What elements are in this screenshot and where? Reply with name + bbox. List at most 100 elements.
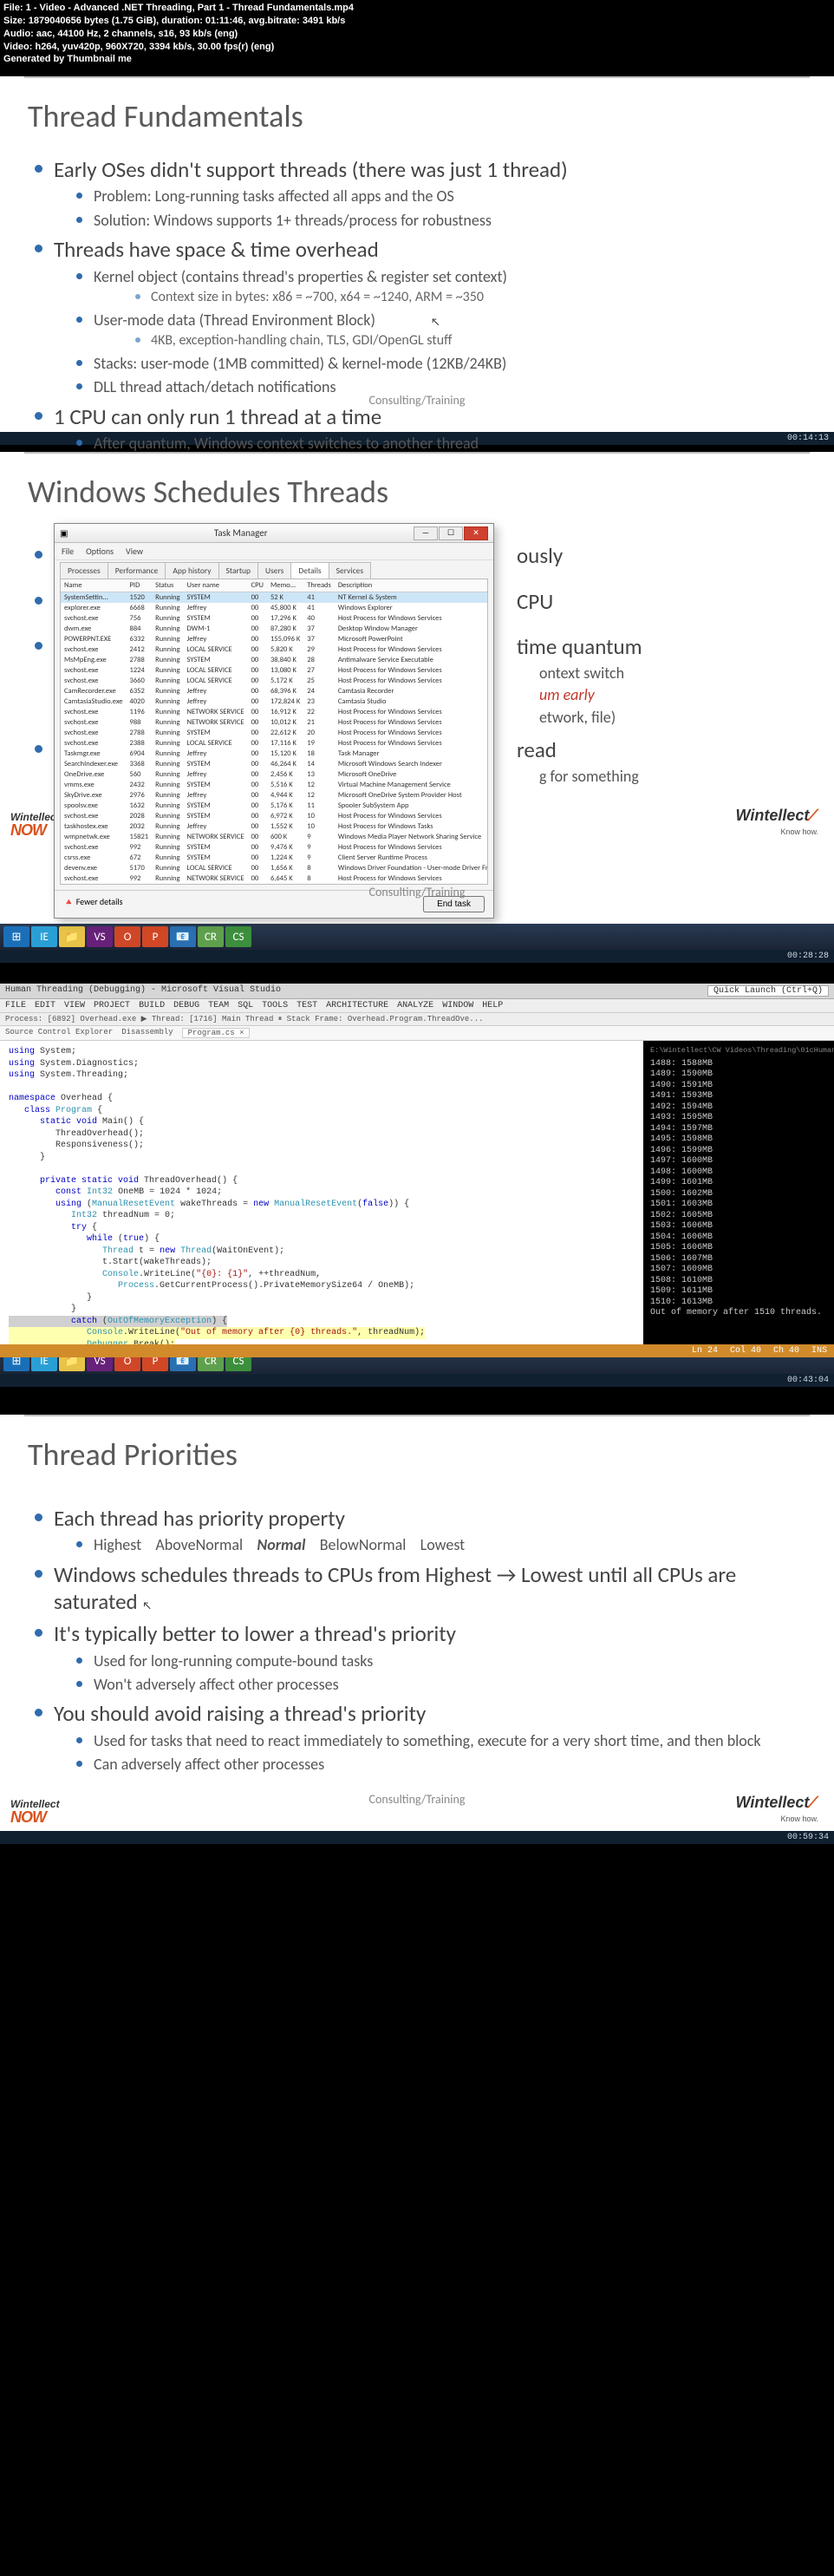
taskbar-app-icon[interactable]: VS [87,926,113,947]
table-row[interactable]: taskhostex.exe2032RunningJeffrey001,552 … [61,821,488,832]
table-row[interactable]: csrss.exe672RunningSYSTEM001,224 K9Clien… [61,853,488,863]
table-row[interactable]: POWERPNT.EXE6332RunningJeffrey00155,096 … [61,634,488,644]
task-manager-window[interactable]: ▣ Task Manager — ☐ ✕ File Options View P… [54,523,494,919]
tm-column-header[interactable]: Name [61,579,127,592]
vs-quick-launch[interactable]: Quick Launch (Ctrl+Q) [707,985,829,997]
tm-tab-startup[interactable]: Startup [218,562,258,579]
vs-menu-item[interactable]: FILE [5,1001,26,1010]
tm-column-header[interactable]: Status [152,579,183,592]
tm-menu-file[interactable]: File [62,546,74,557]
vs-titlebar[interactable]: Human Threading (Debugging) - Microsoft … [0,984,834,999]
taskbar-app-icon[interactable]: IE [31,926,57,947]
table-row[interactable]: svchost.exe988RunningNETWORK SERVICE0010… [61,717,488,728]
tm-maximize-button[interactable]: ☐ [439,526,463,540]
vs-menu-item[interactable]: TEAM [208,1001,229,1010]
vs-menu-bar[interactable]: FILE EDIT VIEW PROJECT BUILD DEBUG TEAM SQL TOOL… [0,999,834,1013]
taskbar-app-icon[interactable]: CR [198,926,224,947]
vs-menu-item[interactable]: VIEW [64,1001,85,1010]
vs-tab-disasm[interactable]: Disassembly [121,1028,173,1038]
tm-tab-services[interactable]: Services [329,562,371,579]
tm-menu-bar[interactable]: File Options View [55,543,493,560]
tm-cell: 68,396 K [267,686,303,696]
table-row[interactable]: vmms.exe2432RunningSYSTEM005,516 K12Virt… [61,780,488,790]
tm-cell: Running [152,769,183,780]
table-row[interactable]: svchost.exe1224RunningLOCAL SERVICE0013,… [61,665,488,676]
table-row[interactable]: svchost.exe756RunningSYSTEM0017,296 K40H… [61,613,488,624]
tm-tab-processes[interactable]: Processes [60,562,108,579]
vs-tab-sce[interactable]: Source Control Explorer [5,1028,113,1038]
table-row[interactable]: SearchIndexer.exe3368RunningSYSTEM0046,2… [61,759,488,769]
vs-menu-item[interactable]: SQL [238,1001,253,1010]
table-row[interactable]: svchost.exe2788RunningSYSTEM0022,612 K20… [61,728,488,738]
visual-studio-window[interactable]: Human Threading (Debugging) - Microsoft … [0,984,834,1348]
windows-taskbar[interactable]: ⊞IE📁VSOP📧CRCS [0,924,834,950]
table-row[interactable]: svchost.exe992RunningSYSTEM009,476 K9Hos… [61,842,488,853]
taskbar-app-icon[interactable]: 📧 [170,926,196,947]
vs-debug-toolbar[interactable]: Process: [6892] Overhead.exe ▶ Thread: [… [0,1013,834,1026]
vs-menu-item[interactable]: DEBUG [173,1001,199,1010]
vs-menu-item[interactable]: ARCHITECTURE [326,1001,388,1010]
tm-cell: 24 [303,686,335,696]
tm-titlebar[interactable]: ▣ Task Manager — ☐ ✕ [55,524,493,543]
taskbar-app-icon[interactable]: P [142,926,168,947]
vs-code-editor[interactable]: using System; using System.Diagnostics; … [0,1041,643,1344]
table-row[interactable]: MsMpEng.exe2788RunningSYSTEM0038,840 K28… [61,655,488,665]
tm-menu-view[interactable]: View [126,546,143,557]
table-row[interactable]: svchost.exe2028RunningSYSTEM006,972 K10H… [61,811,488,821]
table-row[interactable]: svchost.exe3660RunningLOCAL SERVICE005,1… [61,676,488,686]
taskbar-app-icon[interactable]: 📁 [59,926,85,947]
table-row[interactable]: explorer.exe6668RunningJeffrey0045,800 K… [61,603,488,613]
tm-column-header[interactable]: CPU [248,579,267,592]
tm-column-header[interactable]: PID [127,579,153,592]
tm-process-table[interactable]: NamePIDStatusUser nameCPUMemo...ThreadsD… [61,579,488,884]
vs-console-output[interactable]: E:\Wintellect\CW Videos\Threading\01cHum… [643,1041,834,1344]
s4-l1d-text: You should avoid raising a thread's prio… [54,1700,426,1727]
table-row[interactable]: svchost.exe2388RunningLOCAL SERVICE0017,… [61,738,488,749]
tm-column-header[interactable]: Memo... [267,579,303,592]
tm-tabs[interactable]: Processes Performance App history Startu… [55,560,493,579]
table-row[interactable]: CamRecorder.exe6352RunningJeffrey0068,39… [61,686,488,696]
tm-cell: 27 [303,665,335,676]
vs-menu-item[interactable]: BUILD [139,1001,165,1010]
vs-document-tabs[interactable]: Source Control Explorer Disassembly Prog… [0,1026,834,1041]
tm-minimize-button[interactable]: — [414,526,438,540]
table-row[interactable]: dwm.exe884RunningDWM-10087,280 K37Deskto… [61,624,488,634]
table-row[interactable]: wmpnetwk.exe15821RunningNETWORK SERVICE0… [61,832,488,842]
taskbar-app-icon[interactable]: O [114,926,140,947]
table-row[interactable]: svchost.exe2412RunningLOCAL SERVICE005,8… [61,644,488,655]
vs-menu-item[interactable]: TEST [296,1001,317,1010]
tm-close-button[interactable]: ✕ [464,526,488,540]
tm-tab-performance[interactable]: Performance [108,562,166,579]
tm-column-header[interactable]: User name [184,579,248,592]
vs-menu-item[interactable]: ANALYZE [397,1001,433,1010]
table-row[interactable]: svchost.exe1196RunningNETWORK SERVICE001… [61,707,488,717]
table-row[interactable]: devenv.exe5170RunningLOCAL SERVICE001,65… [61,863,488,873]
table-row[interactable]: SystemSettin...1520RunningSYSTEM0052 K41… [61,592,488,604]
table-row[interactable]: CamtasiaStudio.exe4020RunningJeffrey0017… [61,696,488,707]
vs-tab-program[interactable]: Program.cs × [182,1028,251,1038]
tm-tab-users[interactable]: Users [257,562,291,579]
table-row[interactable]: Taskmgr.exe6904RunningJeffrey0015,120 K1… [61,749,488,759]
table-row[interactable]: OneDrive.exe560RunningJeffrey002,456 K13… [61,769,488,780]
tm-grid-container[interactable]: NamePIDStatusUser nameCPUMemo...ThreadsD… [60,579,488,885]
vs-menu-item[interactable]: PROJECT [94,1001,130,1010]
tm-column-header[interactable]: Description [335,579,488,592]
tm-cell: Jeffrey [184,603,248,613]
tm-tab-details[interactable]: Details [290,562,329,579]
tm-cell: DWM-1 [184,624,248,634]
taskbar-app-icon[interactable]: ⊞ [3,926,29,947]
vs-menu-item[interactable]: EDIT [35,1001,55,1010]
tm-fewer-details[interactable]: 🔺 Fewer details [63,896,123,912]
vs-menu-item[interactable]: WINDOW [442,1001,473,1010]
tm-column-header[interactable]: Threads [303,579,335,592]
table-row[interactable]: spoolsv.exe1632RunningSYSTEM005,176 K11S… [61,801,488,811]
vs-menu-item[interactable]: HELP [482,1001,503,1010]
vs-menu-item[interactable]: TOOLS [262,1001,288,1010]
table-row[interactable]: SkyDrive.exe2976RunningJeffrey004,944 K1… [61,790,488,801]
taskbar-app-icon[interactable]: CS [225,926,251,947]
table-row[interactable]: svchost.exe992RunningNETWORK SERVICE006,… [61,873,488,884]
tm-cell: 2,456 K [267,769,303,780]
tm-menu-options[interactable]: Options [86,546,114,557]
tm-cell: 18 [303,749,335,759]
tm-tab-apphistory[interactable]: App history [165,562,218,579]
